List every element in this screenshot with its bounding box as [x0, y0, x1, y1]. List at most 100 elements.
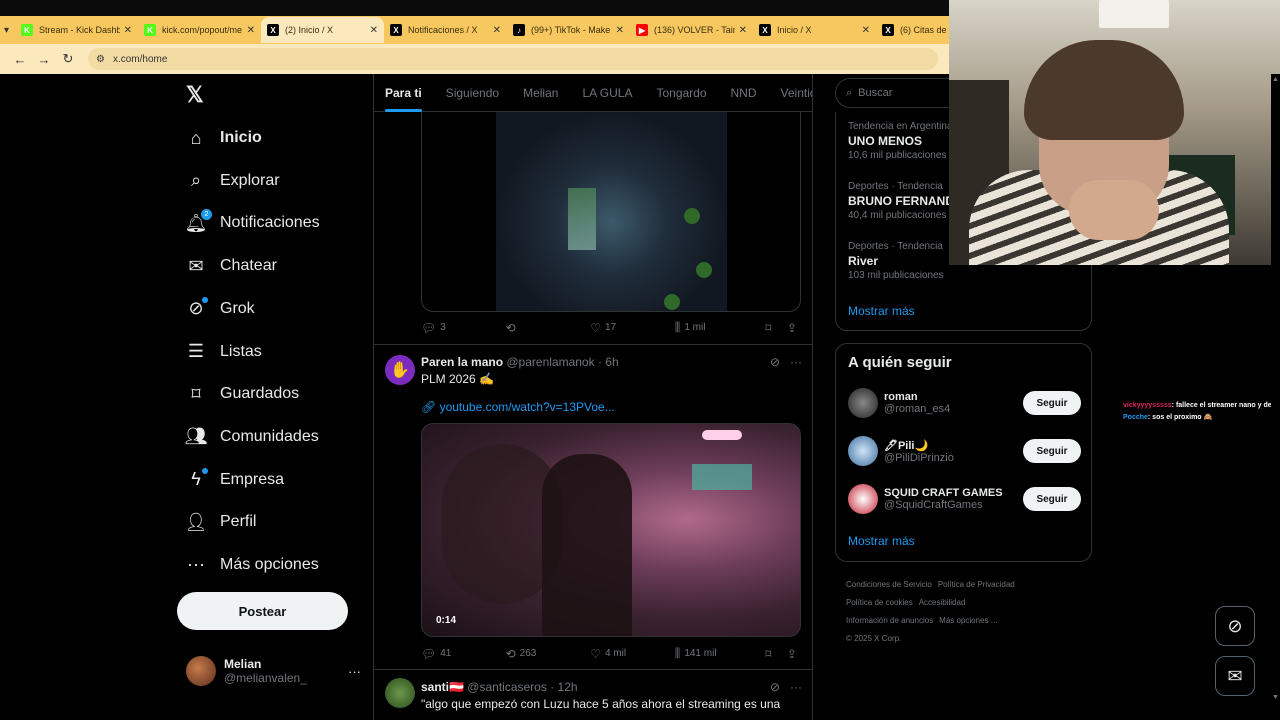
- share-button[interactable]: ⇪: [787, 647, 801, 661]
- share-button[interactable]: ⇪: [787, 321, 801, 335]
- trends-show-more[interactable]: Mostrar más: [848, 304, 915, 318]
- close-icon[interactable]: ✕: [862, 25, 870, 36]
- feed-tab[interactable]: Veintidós: [781, 74, 812, 112]
- post-button[interactable]: Postear: [177, 592, 348, 630]
- like-button[interactable]: ♡ 4 mil: [590, 647, 675, 661]
- bookmark-button[interactable]: ⌑: [765, 321, 787, 335]
- footer-link[interactable]: Política de Privacidad: [938, 580, 1015, 589]
- tweet-avatar[interactable]: [385, 678, 415, 708]
- tweet-time[interactable]: · 6h: [598, 355, 619, 369]
- repost-button[interactable]: ⟲ 263: [506, 647, 591, 661]
- grok-icon[interactable]: ⊘: [770, 355, 780, 369]
- feed-tab[interactable]: Para ti: [385, 74, 422, 112]
- more-icon[interactable]: ···: [790, 680, 802, 694]
- feed-tab[interactable]: Melian: [523, 74, 558, 112]
- post-image-concert[interactable]: [421, 112, 801, 312]
- follow-name: SQUID CRAFT GAMES: [884, 487, 1003, 499]
- account-switcher[interactable]: Melian @melianvalen_ ···: [186, 656, 361, 686]
- reload-icon[interactable]: ↻: [56, 51, 80, 67]
- video-frame-shape: [692, 464, 752, 490]
- tweet-video[interactable]: 0:14: [421, 423, 801, 637]
- grok-floating-button[interactable]: ⊘: [1215, 606, 1255, 646]
- tweet-author[interactable]: Paren la mano: [421, 355, 503, 369]
- nav-item-guardados[interactable]: ⌑ Guardados: [186, 379, 299, 409]
- tweet-time[interactable]: · 12h: [550, 680, 577, 694]
- follow-handle: @PiliDiPrinzio: [884, 451, 954, 464]
- trend-item[interactable]: Tendencia en Argentina UNO MENOS 10,6 mil …: [848, 121, 953, 161]
- tweet-author[interactable]: santi🇦🇹: [421, 680, 464, 694]
- avatar[interactable]: [848, 388, 878, 418]
- scroll-down-icon[interactable]: ▼: [1272, 694, 1279, 701]
- feed-tab[interactable]: Tongardo: [656, 74, 706, 112]
- bookmark-button[interactable]: ⌑: [765, 647, 787, 661]
- tweet-handle[interactable]: @parenlamanok: [506, 355, 594, 369]
- nav-item-perfil[interactable]: 👤︎ Perfil: [185, 507, 257, 537]
- footer-link[interactable]: © 2025 X Corp.: [846, 634, 901, 643]
- footer-link[interactable]: Accesibilidad: [919, 598, 966, 607]
- follow-button[interactable]: Seguir: [1023, 391, 1081, 415]
- browser-tab[interactable]: ♪ (99+) TikTok - Make Y ✕: [507, 17, 630, 43]
- browser-tab[interactable]: X Inicio / X ✕: [753, 17, 876, 43]
- feed-tab[interactable]: NND: [731, 74, 757, 112]
- follow-button[interactable]: Seguir: [1023, 487, 1081, 511]
- follow-show-more[interactable]: Mostrar más: [848, 534, 915, 548]
- browser-tab[interactable]: K Stream - Kick Dashbo ✕: [15, 17, 138, 43]
- nav-item-notificaciones[interactable]: 🔔︎ 2 Notificaciones: [185, 208, 320, 238]
- more-icon[interactable]: ···: [790, 355, 802, 369]
- bolt-icon: ϟ: [186, 467, 208, 490]
- browser-tab[interactable]: X Notificaciones / X ✕: [384, 17, 507, 43]
- like-button[interactable]: ♡ 17: [590, 321, 675, 335]
- messages-floating-button[interactable]: ✉: [1215, 656, 1255, 696]
- tweet-avatar[interactable]: ✋: [385, 355, 415, 385]
- footer-link[interactable]: Política de cookies: [846, 598, 913, 607]
- browser-tab[interactable]: X(6) Citas de✕: [876, 17, 950, 43]
- browser-tab[interactable]: Kkick.com/popout/me ✕: [138, 17, 261, 43]
- nav-item-explorar[interactable]: ⌕ Explorar: [186, 166, 280, 196]
- trend-item[interactable]: Deportes · Tendencia River 103 mil publica…: [848, 241, 944, 281]
- footer-link[interactable]: Más opciones ...: [939, 616, 997, 625]
- feed-tab[interactable]: LA GULA: [582, 74, 632, 112]
- nav-item-comunidades[interactable]: 👥︎ Comunidades: [185, 422, 319, 452]
- url-field[interactable]: ⚙ x.com/home: [88, 48, 938, 70]
- nav-item-empresa[interactable]: ϟ Empresa: [186, 465, 284, 495]
- close-icon[interactable]: ✕: [616, 25, 624, 36]
- feed-tab[interactable]: Siguiendo: [446, 74, 499, 112]
- close-icon[interactable]: ✕: [739, 25, 747, 36]
- scrollbar[interactable]: ▲ ▼: [1271, 74, 1280, 720]
- repost-button[interactable]: ⟲: [506, 321, 591, 335]
- site-info-icon[interactable]: ⚙: [96, 54, 105, 65]
- follow-button[interactable]: Seguir: [1023, 439, 1081, 463]
- x-logo-icon[interactable]: 𝕏: [186, 82, 204, 108]
- more-icon[interactable]: ···: [348, 664, 361, 679]
- tweet-link[interactable]: 🔗︎ youtube.com/watch?v=13PVoe...: [421, 400, 615, 414]
- grok-icon[interactable]: ⊘: [770, 680, 780, 694]
- tab-search-chevron-icon[interactable]: ▾: [4, 21, 9, 39]
- browser-tab[interactable]: X (2) Inicio / X ✕: [261, 17, 385, 43]
- follow-suggestion[interactable]: roman @roman_es4 Seguir: [848, 387, 1081, 419]
- close-icon[interactable]: ✕: [247, 25, 255, 36]
- nav-item-chatear[interactable]: ✉ Chatear: [186, 251, 276, 281]
- stream-chat-overlay: vickyyyysssss: fallece el streamer nano …: [1123, 400, 1280, 424]
- forward-icon[interactable]: →: [32, 52, 56, 67]
- avatar[interactable]: [848, 436, 878, 466]
- nav-item-listas[interactable]: ☰ Listas: [186, 337, 262, 367]
- browser-tab[interactable]: ▶ (136) VOLVER - Tainy ✕: [630, 17, 753, 43]
- reply-button[interactable]: 💬︎ 3: [421, 321, 506, 335]
- tweet-handle[interactable]: @santicaseros: [467, 680, 547, 694]
- avatar[interactable]: [848, 484, 878, 514]
- back-icon[interactable]: ←: [8, 52, 32, 67]
- nav-item-inicio[interactable]: ⌂ Inicio: [186, 123, 262, 153]
- footer-link[interactable]: Condiciones de Servicio: [846, 580, 932, 589]
- follow-suggestion[interactable]: SQUID CRAFT GAMES @SquidCraftGames Seguir: [848, 483, 1081, 515]
- reply-button[interactable]: 💬︎ 41: [421, 647, 506, 661]
- footer-link[interactable]: Información de anuncios: [846, 616, 933, 625]
- close-icon[interactable]: ✕: [493, 25, 501, 36]
- close-icon[interactable]: ✕: [124, 25, 132, 36]
- close-icon[interactable]: ✕: [370, 25, 378, 36]
- nav-item-más-opciones[interactable]: ⋯ Más opciones: [186, 550, 319, 580]
- nav-item-grok[interactable]: ⊘ Grok: [186, 294, 255, 324]
- follow-suggestion[interactable]: 🖊Pili🌙 @PiliDiPrinzio Seguir: [848, 435, 1081, 467]
- views-button[interactable]: ⫼ 1 mil: [675, 320, 766, 335]
- scroll-up-icon[interactable]: ▲: [1272, 76, 1279, 83]
- views-button[interactable]: ⫼ 141 mil: [675, 646, 766, 661]
